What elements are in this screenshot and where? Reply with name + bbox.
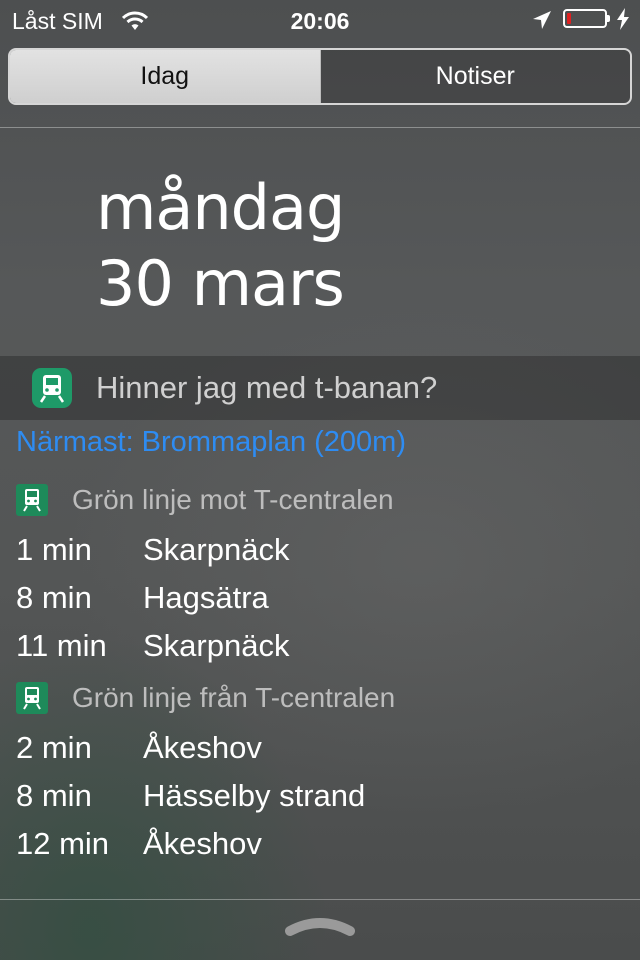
- charging-bolt-icon: [616, 8, 630, 36]
- day-month: 30 mars: [96, 247, 345, 320]
- close-handle-icon[interactable]: [284, 913, 356, 944]
- departure-minutes: 1 min: [16, 532, 92, 567]
- top-divider: [0, 127, 640, 128]
- battery-level-fill: [567, 13, 571, 24]
- departure-destination: Skarpnäck: [143, 532, 290, 567]
- train-icon: [16, 682, 48, 714]
- departure-minutes: 11 min: [16, 628, 107, 663]
- widget-header[interactable]: Hinner jag med t-banan?: [0, 356, 640, 420]
- departure-destination: Hässelby strand: [143, 778, 366, 813]
- weekday: måndag: [96, 171, 345, 244]
- line-label: Grön linje från T-centralen: [72, 682, 396, 713]
- departure-minutes: 8 min: [16, 580, 92, 615]
- train-icon: [16, 484, 48, 516]
- widget-title: Hinner jag med t-banan?: [96, 370, 438, 405]
- line-label: Grön linje mot T-centralen: [72, 484, 394, 515]
- bottom-divider: [0, 899, 640, 900]
- departure-destination: Hagsätra: [143, 580, 269, 615]
- departure-destination: Åkeshov: [143, 730, 262, 765]
- tab-notifications-label: Notiser: [435, 62, 515, 90]
- departure-minutes: 2 min: [16, 730, 92, 765]
- tab-today[interactable]: Idag: [10, 50, 321, 103]
- status-bar: Låst SIM 20:06: [0, 0, 640, 40]
- nearest-station-link[interactable]: Närmast: Brommaplan (200m): [16, 426, 406, 459]
- location-arrow-icon: [532, 9, 552, 36]
- departure-destination: Åkeshov: [143, 826, 262, 861]
- departure-minutes: 8 min: [16, 778, 92, 813]
- tab-switcher: Idag Notiser: [8, 48, 632, 105]
- tab-today-label: Idag: [140, 62, 190, 90]
- date-display: måndag 30 mars: [96, 170, 345, 322]
- battery-icon: [563, 9, 607, 28]
- train-icon: [32, 368, 72, 408]
- departure-destination: Skarpnäck: [143, 628, 290, 663]
- battery-nub: [607, 15, 610, 22]
- tab-notifications[interactable]: Notiser: [320, 50, 630, 103]
- departure-minutes: 12 min: [16, 826, 110, 861]
